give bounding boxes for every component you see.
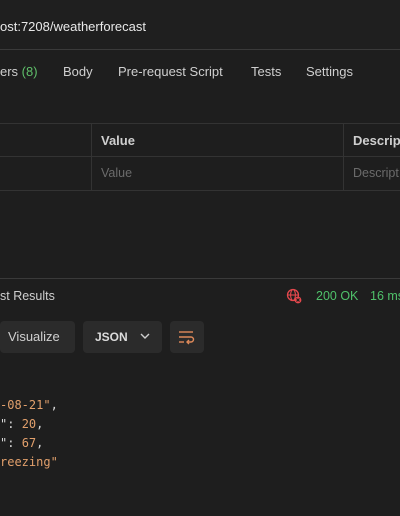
code-token: , (50, 398, 58, 412)
response-divider[interactable] (0, 278, 400, 279)
tab-pre-request-script[interactable]: Pre-request Script (118, 64, 223, 79)
status-code[interactable]: 200 OK (316, 289, 358, 303)
code-token: ": (0, 417, 22, 431)
response-body[interactable]: -08-21", ": 20, ": 67, reezing" (0, 396, 58, 472)
tab-body[interactable]: Body (63, 64, 93, 79)
globe-error-icon[interactable] (286, 288, 302, 304)
url-text[interactable]: ost:7208/weatherforecast (0, 19, 146, 34)
code-token: -08-21" (0, 398, 51, 412)
format-select[interactable]: JSON (83, 321, 162, 353)
chevron-down-icon (140, 333, 150, 339)
tab-headers-label: ers (0, 64, 22, 79)
description-input[interactable]: Descript (353, 166, 399, 180)
tab-headers[interactable]: ers (8) (0, 64, 38, 79)
column-divider (91, 123, 92, 191)
params-table: Value Descript Value Descript (0, 123, 400, 191)
code-line: reezing" (0, 453, 58, 472)
format-label: JSON (95, 330, 128, 344)
tab-settings[interactable]: Settings (306, 64, 353, 79)
code-token: ": (0, 436, 22, 450)
code-token: 67 (21, 436, 37, 450)
table-border (0, 123, 400, 124)
code-token: 20 (21, 417, 37, 431)
app-window: ost:7208/weatherforecast ers (8) Body Pr… (0, 0, 400, 516)
tab-tests[interactable]: Tests (251, 64, 281, 79)
tab-headers-count: (8) (21, 64, 38, 79)
wrap-lines-button[interactable] (170, 321, 204, 353)
code-token: , (36, 417, 44, 431)
divider (0, 49, 400, 50)
code-token: reezing" (0, 455, 58, 469)
url-bar[interactable]: ost:7208/weatherforecast (0, 0, 400, 50)
column-header-description: Descript (353, 133, 400, 148)
code-line: ": 67, (0, 434, 58, 453)
column-divider (343, 123, 344, 191)
table-border (0, 156, 400, 157)
wrap-lines-icon (179, 331, 195, 345)
response-tab-test-results[interactable]: st Results (0, 289, 55, 303)
visualize-button[interactable]: Visualize (0, 321, 75, 353)
table-border (0, 190, 400, 191)
code-token: , (36, 436, 44, 450)
code-line: ": 20, (0, 415, 58, 434)
value-input[interactable]: Value (101, 166, 132, 180)
response-time[interactable]: 16 ms (370, 289, 400, 303)
column-header-value: Value (101, 133, 135, 148)
code-line: -08-21", (0, 396, 58, 415)
visualize-label: Visualize (8, 329, 60, 344)
